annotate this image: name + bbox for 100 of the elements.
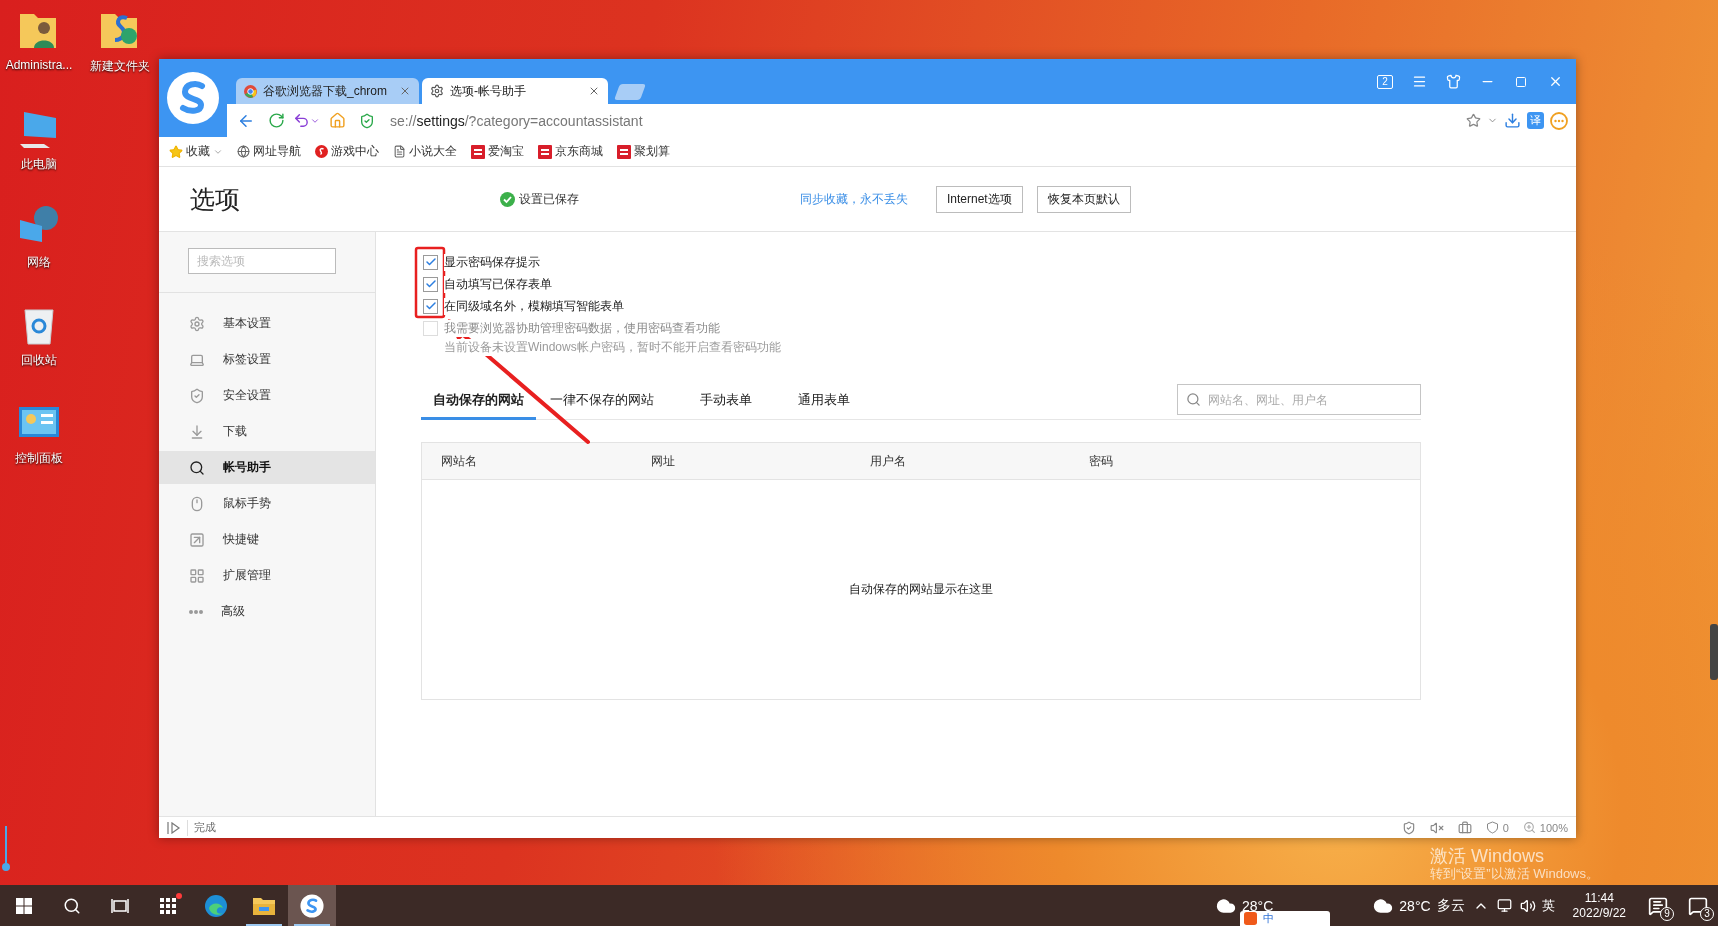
desktop-icon-label[interactable]: 此电脑 bbox=[21, 156, 57, 173]
header-button[interactable]: Internet选项 bbox=[936, 185, 1023, 213]
game-icon bbox=[315, 145, 328, 158]
desktop-icon-label[interactable]: 新建文件夹 bbox=[90, 58, 150, 75]
checkbox[interactable] bbox=[423, 298, 438, 314]
clock[interactable]: 11:44 2022/9/22 bbox=[1572, 890, 1626, 921]
more-icon[interactable] bbox=[1550, 111, 1568, 130]
sidebar-item[interactable]: 安全设置 bbox=[159, 379, 375, 412]
list-tab[interactable]: 通用表单 bbox=[786, 383, 862, 420]
grid-icon bbox=[189, 567, 205, 584]
list-tab[interactable]: 自动保存的网站 bbox=[421, 383, 536, 420]
option-label: 显示密码保存提示 bbox=[444, 253, 540, 271]
option-label: 我需要浏览器协助管理密码数据，使用密码查看功能 bbox=[444, 319, 720, 337]
undo-icon[interactable] bbox=[293, 112, 310, 129]
checkbox[interactable] bbox=[423, 276, 438, 292]
weather-temperature[interactable]: 28°C bbox=[1399, 897, 1431, 914]
search-icon[interactable] bbox=[63, 896, 81, 915]
zoom-icon[interactable] bbox=[1522, 821, 1536, 834]
shield-icon[interactable] bbox=[1401, 820, 1416, 835]
page-title: 选项 bbox=[190, 183, 241, 215]
ime-toolbar[interactable]: 中 bbox=[1240, 911, 1330, 926]
search-field[interactable]: 搜索选项 bbox=[188, 248, 336, 274]
mute-icon[interactable] bbox=[1429, 820, 1444, 835]
browser-tab[interactable]: 选项-帐号助手 bbox=[422, 78, 608, 104]
volume-icon[interactable] bbox=[1519, 897, 1536, 914]
empty-message: 自动保存的网站显示在这里 bbox=[849, 581, 993, 598]
close-icon[interactable] bbox=[399, 85, 411, 97]
download-icon bbox=[189, 423, 205, 440]
bookmark-link[interactable]: 收藏 bbox=[186, 143, 210, 160]
desktop-icon-label[interactable]: 回收站 bbox=[21, 352, 57, 369]
list-tab[interactable]: 一律不保存的网站 bbox=[538, 383, 666, 420]
site-search-field[interactable]: 网站名、网址、用户名 bbox=[1177, 384, 1421, 415]
input-mode[interactable]: 英 bbox=[1541, 896, 1555, 915]
header-button[interactable]: 恢复本页默认 bbox=[1036, 185, 1131, 213]
checkbox[interactable] bbox=[423, 254, 438, 270]
start-icon[interactable] bbox=[16, 897, 32, 914]
bookmark-link[interactable]: 爱淘宝 bbox=[488, 143, 524, 160]
volume-slider-icon bbox=[2, 826, 10, 872]
column-header: 密码 bbox=[1089, 452, 1114, 470]
close-icon[interactable] bbox=[588, 85, 600, 97]
activation-title: 激活 Windows bbox=[1430, 846, 1546, 867]
bookmark-link[interactable]: 京东商城 bbox=[555, 143, 603, 160]
sync-link[interactable]: 同步收藏，永不丢失 bbox=[800, 190, 908, 208]
menu-icon[interactable] bbox=[1411, 74, 1427, 89]
browser-logo-icon[interactable] bbox=[300, 893, 324, 918]
chrome-icon bbox=[244, 84, 257, 98]
desktop-icon-label[interactable]: 网络 bbox=[27, 254, 51, 271]
column-header: 网站名 bbox=[441, 452, 478, 470]
briefcase-icon[interactable] bbox=[1457, 820, 1472, 835]
ad-block-icon[interactable] bbox=[1485, 821, 1499, 834]
activation-hint: 转到“设置”以激活 Windows。 bbox=[1430, 866, 1599, 882]
list-tab[interactable]: 手动表单 bbox=[688, 383, 764, 420]
download-icon[interactable] bbox=[1504, 112, 1521, 129]
browser-logo-icon bbox=[166, 71, 220, 125]
sidebar-item[interactable]: 高级 bbox=[159, 595, 375, 628]
search-icon bbox=[1186, 392, 1201, 407]
network-icon[interactable] bbox=[1496, 898, 1512, 913]
star-icon bbox=[169, 144, 183, 159]
desktop-icon-label[interactable]: Administra... bbox=[5, 58, 73, 72]
status-text: 完成 bbox=[194, 820, 216, 835]
maximize-icon[interactable] bbox=[1515, 75, 1527, 88]
zoom-level[interactable]: 100% bbox=[1539, 821, 1568, 834]
ad-count: 0 bbox=[1502, 821, 1509, 834]
address-field[interactable]: se://settings/?category=accountassistant bbox=[390, 112, 643, 129]
notification-count: 9 bbox=[1660, 906, 1674, 921]
scroll-handle-icon[interactable] bbox=[1710, 624, 1718, 680]
home-icon[interactable] bbox=[328, 112, 346, 129]
sidebar-item[interactable]: 帐号助手 bbox=[159, 451, 375, 484]
shop-icon bbox=[538, 144, 552, 159]
bookmark-link[interactable]: 小说大全 bbox=[409, 143, 457, 160]
column-header: 用户名 bbox=[870, 452, 907, 470]
sidebar-item[interactable]: 标签设置 bbox=[159, 343, 375, 376]
edge-icon[interactable] bbox=[204, 893, 228, 918]
globe-icon bbox=[237, 145, 250, 158]
action-center-icon[interactable] bbox=[1688, 895, 1708, 916]
sidebar-item[interactable]: 基本设置 bbox=[159, 307, 375, 340]
refresh-icon[interactable] bbox=[267, 112, 285, 129]
sidebar-item[interactable]: 下载 bbox=[159, 415, 375, 448]
desktop-icon-label[interactable]: 控制面板 bbox=[15, 450, 63, 467]
star-icon[interactable] bbox=[1466, 113, 1481, 128]
notification-icon[interactable] bbox=[1648, 895, 1668, 916]
bookmark-link[interactable]: 网址导航 bbox=[253, 143, 301, 160]
mouse-icon bbox=[189, 495, 205, 512]
saved-notice: 设置已保存 bbox=[519, 190, 579, 208]
shield-icon bbox=[359, 112, 375, 129]
apps-grid-icon[interactable] bbox=[160, 897, 176, 914]
browser-tab[interactable]: 谷歌浏览器下载_chrom bbox=[236, 78, 419, 104]
sidebar-toggle-icon[interactable] bbox=[167, 821, 181, 834]
bookmark-link[interactable]: 游戏中心 bbox=[331, 143, 379, 160]
weather-temperature[interactable]: 28°C bbox=[1242, 897, 1274, 914]
ime-logo-icon[interactable] bbox=[1244, 912, 1257, 925]
weather-condition[interactable]: 多云 bbox=[1436, 896, 1465, 915]
sidebar-item[interactable]: 扩展管理 bbox=[159, 559, 375, 592]
column-header: 网址 bbox=[651, 452, 676, 470]
bookmark-link[interactable]: 聚划算 bbox=[634, 143, 670, 160]
sidebar-item[interactable]: 快捷键 bbox=[159, 523, 375, 556]
task-view-icon[interactable] bbox=[111, 897, 129, 914]
sidebar-item[interactable]: 鼠标手势 bbox=[159, 487, 375, 520]
shirt-icon[interactable] bbox=[1445, 74, 1461, 89]
shield-icon bbox=[189, 387, 205, 404]
